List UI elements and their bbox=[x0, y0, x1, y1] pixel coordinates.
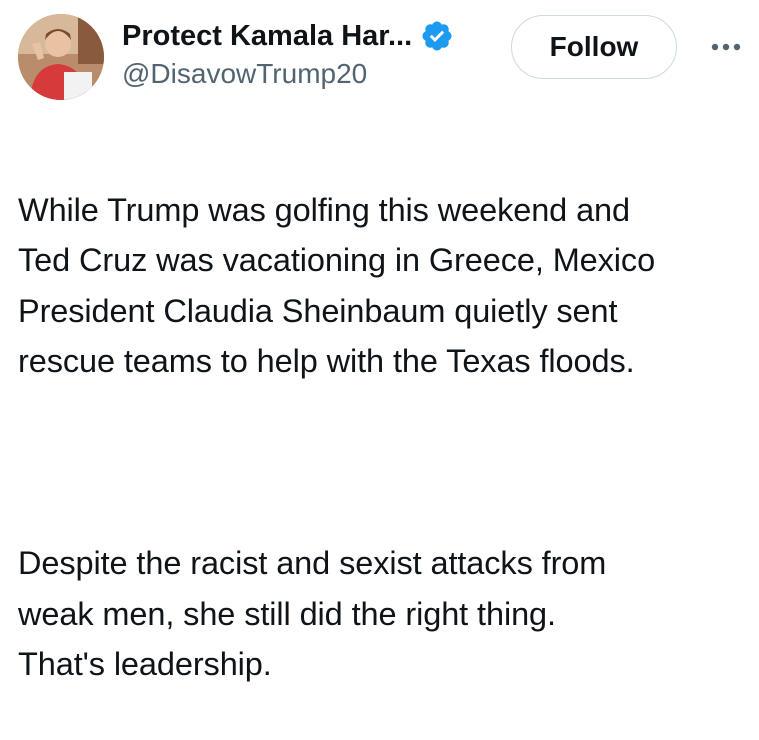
verified-badge-icon[interactable] bbox=[420, 19, 454, 53]
tweet-paragraph: While Trump was golfing this weekend and… bbox=[18, 191, 656, 380]
avatar[interactable] bbox=[18, 14, 104, 100]
more-options-icon[interactable] bbox=[706, 30, 746, 64]
author-handle[interactable]: @DisavowTrump20 bbox=[122, 58, 367, 90]
tweet-paragraph: Despite the racist and sexist attacks fr… bbox=[18, 545, 607, 682]
tweet-text: While Trump was golfing this weekend and… bbox=[18, 134, 753, 740]
author-name-row: Protect Kamala Har... bbox=[122, 18, 454, 54]
follow-button[interactable]: Follow bbox=[511, 15, 677, 79]
profile-photo bbox=[18, 14, 104, 100]
tweet-card: Protect Kamala Har... @DisavowTrump20 Fo… bbox=[0, 0, 759, 682]
author-display-name[interactable]: Protect Kamala Har... bbox=[122, 20, 412, 53]
